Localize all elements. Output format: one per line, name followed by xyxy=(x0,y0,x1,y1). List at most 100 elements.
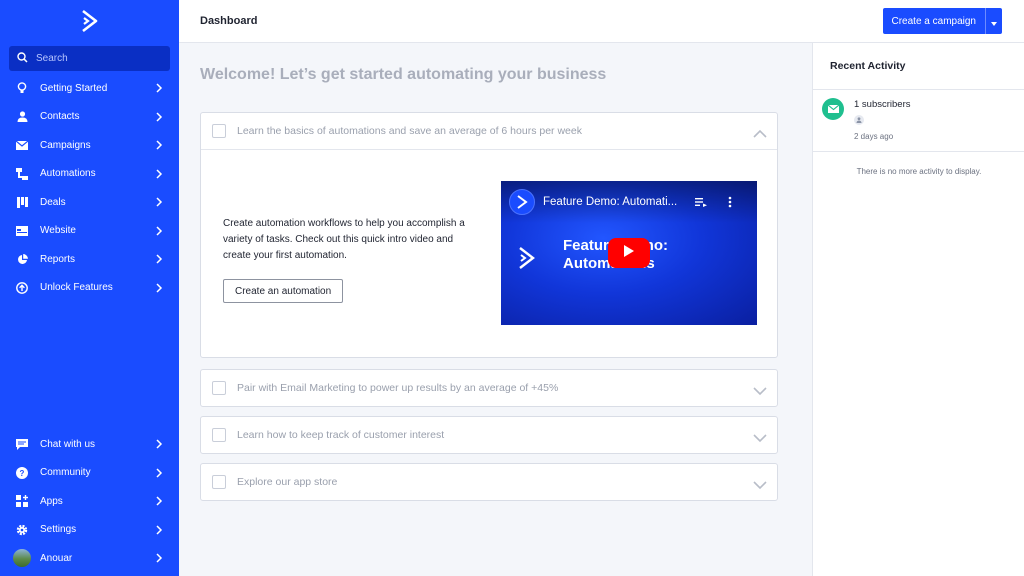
panel-body: Create automation workflows to help you … xyxy=(201,149,777,357)
sidebar-item-label: Chat with us xyxy=(40,438,96,450)
channel-logo-icon[interactable] xyxy=(509,189,535,215)
video-player[interactable]: Feature Demo: Automati... Feature Demo: … xyxy=(501,181,757,325)
chevron-right-icon xyxy=(155,283,163,293)
sidebar-item-profile[interactable]: Anouar xyxy=(0,544,179,573)
task-checkbox[interactable] xyxy=(212,475,226,489)
envelope-icon xyxy=(16,139,28,151)
envelope-icon xyxy=(822,98,844,120)
person-icon xyxy=(16,111,28,123)
play-icon xyxy=(623,244,635,263)
sidebar-item-website[interactable]: Website xyxy=(0,217,179,246)
sidebar-item-automations[interactable]: Automations xyxy=(0,160,179,189)
sidebar-item-chat[interactable]: Chat with us xyxy=(0,430,179,459)
divider xyxy=(813,89,1024,90)
panel-header[interactable]: Learn the basics of automations and save… xyxy=(201,113,777,149)
create-campaign-dropdown[interactable] xyxy=(985,8,1002,34)
onboarding-panel-automations: Learn the basics of automations and save… xyxy=(200,112,778,358)
onboarding-panel-app-store: Explore our app store xyxy=(200,463,778,501)
activity-item-text[interactable]: 1 subscribers xyxy=(854,99,911,110)
panel-title: Learn the basics of automations and save… xyxy=(237,125,582,137)
panel-header[interactable]: Learn how to keep track of customer inte… xyxy=(201,417,777,453)
caret-down-icon xyxy=(991,14,997,29)
chevron-down-icon[interactable] xyxy=(753,383,767,396)
welcome-heading: Welcome! Let’s get started automating yo… xyxy=(200,66,607,83)
sidebar-item-label: Settings xyxy=(40,524,77,536)
playlist-icon[interactable] xyxy=(694,195,708,209)
chevron-right-icon xyxy=(155,226,163,236)
panel-title: Learn how to keep track of customer inte… xyxy=(237,429,445,441)
chevron-up-icon[interactable] xyxy=(753,126,767,138)
activity-item-time: 2 days ago xyxy=(854,132,894,141)
chevron-right-icon xyxy=(155,525,163,535)
sidebar-item-label: Automations xyxy=(40,168,96,180)
page-title: Dashboard xyxy=(200,15,258,27)
sidebar-item-deals[interactable]: Deals xyxy=(0,188,179,217)
sidebar-search[interactable] xyxy=(9,46,170,71)
onboarding-panel-email-marketing: Pair with Email Marketing to power up re… xyxy=(200,369,778,407)
sidebar-item-label: Campaigns xyxy=(40,139,91,151)
avatar xyxy=(13,549,31,568)
chevron-right-icon xyxy=(155,439,163,449)
activecampaign-logo xyxy=(517,245,537,276)
chevron-down-icon[interactable] xyxy=(753,477,767,490)
gear-icon xyxy=(16,524,28,536)
recent-activity-panel: Recent Activity 1 subscribers 2 days ago… xyxy=(812,43,1024,576)
sidebar-item-label: Community xyxy=(40,467,91,479)
help-icon: ? xyxy=(16,466,28,479)
sidebar-item-label: Apps xyxy=(40,495,63,507)
sidebar-item-label: Contacts xyxy=(40,111,80,123)
no-more-activity-text: There is no more activity to display. xyxy=(856,167,982,176)
onboarding-panel-customer-interest: Learn how to keep track of customer inte… xyxy=(200,416,778,454)
panel-title: Pair with Email Marketing to power up re… xyxy=(237,382,559,394)
divider xyxy=(813,151,1024,152)
sidebar-bottom-nav: Chat with us ? Community Apps Settings A… xyxy=(0,430,179,573)
sidebar-item-unlock-features[interactable]: Unlock Features xyxy=(0,274,179,303)
sidebar-item-getting-started[interactable]: Getting Started xyxy=(0,74,179,103)
more-options-icon[interactable] xyxy=(723,195,737,209)
create-campaign-split-button: Create a campaign xyxy=(882,8,1002,34)
panel-description: Create automation workflows to help you … xyxy=(223,218,465,261)
chat-icon xyxy=(16,438,28,450)
browser-icon xyxy=(16,225,28,237)
pipeline-icon xyxy=(16,196,28,208)
sidebar-item-reports[interactable]: Reports xyxy=(0,245,179,274)
sidebar-item-label: Getting Started xyxy=(40,82,108,94)
pie-chart-icon xyxy=(16,253,28,265)
sidebar-item-apps[interactable]: Apps xyxy=(0,487,179,516)
search-icon xyxy=(17,50,28,68)
sidebar-item-label: Reports xyxy=(40,253,76,265)
chevron-right-icon xyxy=(155,496,163,506)
lightbulb-icon xyxy=(16,82,28,94)
svg-text:?: ? xyxy=(20,469,25,478)
sidebar-item-settings[interactable]: Settings xyxy=(0,516,179,545)
sidebar-item-label: Anouar xyxy=(40,552,73,564)
chevron-right-icon xyxy=(155,254,163,264)
chevron-down-icon[interactable] xyxy=(753,430,767,443)
panel-header[interactable]: Pair with Email Marketing to power up re… xyxy=(201,370,777,406)
recent-activity-title: Recent Activity xyxy=(830,60,906,72)
panel-header[interactable]: Explore our app store xyxy=(201,464,777,500)
chevron-right-icon xyxy=(155,83,163,93)
chevron-right-icon xyxy=(155,169,163,179)
person-icon xyxy=(854,115,864,125)
sidebar-item-label: Website xyxy=(40,225,76,237)
apps-grid-icon xyxy=(16,495,28,508)
main-content: Welcome! Let’s get started automating yo… xyxy=(179,43,812,576)
sidebar-item-campaigns[interactable]: Campaigns xyxy=(0,131,179,160)
task-checkbox[interactable] xyxy=(212,124,226,138)
sidebar-item-label: Deals xyxy=(40,196,66,208)
create-campaign-button[interactable]: Create a campaign xyxy=(882,8,985,34)
panel-title: Explore our app store xyxy=(237,476,338,488)
play-button[interactable] xyxy=(608,238,650,268)
activecampaign-logo[interactable] xyxy=(78,8,100,34)
sidebar-item-community[interactable]: ? Community xyxy=(0,459,179,488)
chevron-right-icon xyxy=(155,140,163,150)
task-checkbox[interactable] xyxy=(212,428,226,442)
task-checkbox[interactable] xyxy=(212,381,226,395)
sidebar: Getting Started Contacts Campaigns Autom… xyxy=(0,0,179,576)
search-input[interactable] xyxy=(36,53,156,64)
sidebar-item-label: Unlock Features xyxy=(40,282,113,294)
create-automation-button[interactable]: Create an automation xyxy=(223,279,344,303)
sidebar-item-contacts[interactable]: Contacts xyxy=(0,103,179,132)
sidebar-nav: Getting Started Contacts Campaigns Autom… xyxy=(0,74,179,302)
